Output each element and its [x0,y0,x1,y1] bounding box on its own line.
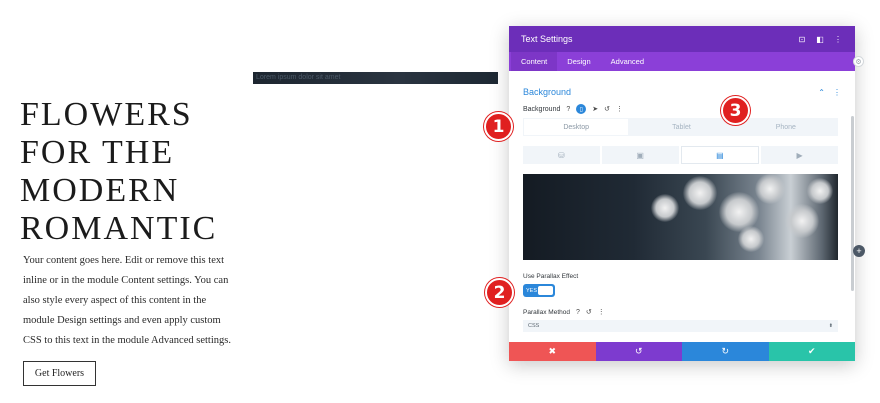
color-icon[interactable]: ⛁ [523,146,600,164]
hero-title-line-1: FLOWERS [20,96,193,133]
undo-button[interactable]: ↺ [595,342,682,361]
hero-title: FLOWERS FOR THE MODERN ROMANTIC [20,96,260,248]
section-title: Background [523,87,572,97]
save-button[interactable]: ✔ [768,342,855,361]
options-icon[interactable]: ⋮ [598,308,605,316]
parallax-method-select[interactable]: CSS ⬍ [523,320,838,332]
tab-content[interactable]: Content [511,52,558,71]
select-value: CSS [528,323,540,329]
modal-title: Text Settings [521,34,573,44]
hero-title-line-3: MODERN [20,172,180,209]
background-type-tabs: ⛁ ▣ ▤ ▶ [523,146,838,164]
flower-shape [807,178,833,204]
strip-text: Lorem ipsum dolor sit amet [256,74,341,81]
collapse-icon[interactable]: ⌃ [818,88,825,97]
section-menu-icon[interactable]: ⋮ [833,88,841,97]
flower-shape [785,204,819,238]
hero-body-text: Your content goes here. Edit or remove t… [23,255,231,346]
reset-icon[interactable]: ↺ [604,105,610,113]
scrollbar[interactable] [851,116,854,291]
modal-header: Text Settings ⊡ ◧ ⋮ [509,26,855,52]
add-module-icon[interactable]: + [853,245,865,257]
flower-shape [755,174,785,204]
options-icon[interactable]: ⋮ [616,105,623,113]
flower-shape [738,226,764,252]
modal-tabs: Content Design Advanced [509,52,855,71]
video-icon[interactable]: ▶ [761,146,838,164]
parallax-toggle[interactable]: YES [523,284,555,297]
text-settings-modal: Text Settings ⊡ ◧ ⋮ Content Design Advan… [509,26,855,361]
toggle-text: YES [526,287,538,294]
redo-button[interactable]: ↻ [682,342,769,361]
responsive-icon[interactable]: ▯ [576,104,587,114]
chevron-down-icon: ⬍ [828,323,833,329]
tab-advanced[interactable]: Advanced [601,52,654,71]
background-label: Background [523,105,561,113]
annotation-badge-3: 3 [721,96,750,125]
help-icon[interactable]: ? [566,106,570,113]
image-icon[interactable]: ▤ [680,146,760,164]
tab-tablet[interactable]: Tablet [629,118,733,136]
pointer-icon[interactable]: ➤ [592,105,598,113]
parallax-label: Use Parallax Effect [523,273,579,280]
background-section-header[interactable]: Background ⌃ ⋮ [509,84,855,100]
settings-gear-icon[interactable]: ⚙ [853,56,864,67]
get-flowers-button[interactable]: Get Flowers [23,361,96,386]
gradient-icon[interactable]: ▣ [601,146,679,164]
tab-phone[interactable]: Phone [734,118,838,136]
parallax-method-label: Parallax Method [523,308,570,316]
hero-title-line-4: ROMANTIC [20,210,218,247]
annotation-badge-1: 1 [484,112,513,141]
section-tools: ⌃ ⋮ [818,88,841,97]
background-image-preview[interactable] [523,174,838,260]
device-tabs: Desktop Tablet Phone [523,118,838,136]
toggle-knob [538,286,553,295]
dark-image-strip: Lorem ipsum dolor sit amet [253,72,498,84]
tab-desktop[interactable]: Desktop [524,119,629,135]
help-icon[interactable]: ? [576,309,580,316]
fullscreen-icon[interactable]: ⊡ [797,35,807,44]
header-icons: ⊡ ◧ ⋮ [797,35,843,44]
split-view-icon[interactable]: ◧ [815,35,825,44]
reset-icon[interactable]: ↺ [586,308,592,316]
parallax-method-row: Parallax Method ? ↺ ⋮ [523,308,605,317]
annotation-badge-2: 2 [485,278,514,307]
cancel-button[interactable]: ✖ [509,342,596,361]
hero-title-line-2: FOR THE [20,134,175,171]
flower-shape [651,194,679,222]
flower-shape [683,176,717,210]
more-options-icon[interactable]: ⋮ [833,35,843,44]
background-label-row: Background ? ▯ ➤ ↺ ⋮ [523,104,623,114]
tab-design[interactable]: Design [557,52,600,71]
modal-footer: ✖ ↺ ↻ ✔ [509,342,855,361]
